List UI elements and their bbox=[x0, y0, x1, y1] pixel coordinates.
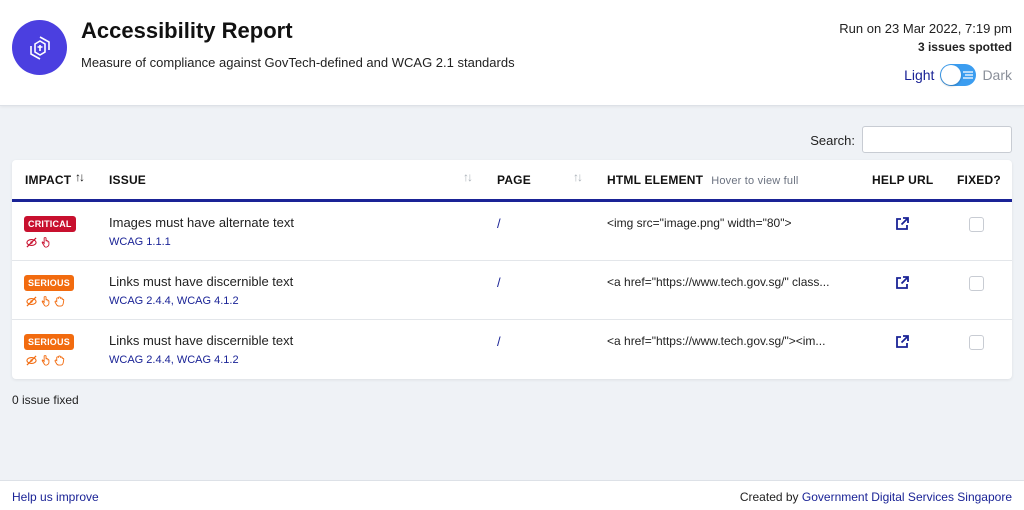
column-header-impact[interactable]: IMPACT bbox=[25, 173, 71, 187]
sort-page-icon[interactable]: ↑↓ bbox=[573, 170, 583, 184]
sort-issue-icon[interactable]: ↑↓ bbox=[463, 170, 473, 184]
fixed-checkbox[interactable] bbox=[969, 276, 984, 291]
wcag-link[interactable]: WCAG 1.1.1 bbox=[109, 236, 171, 248]
page-subtitle: Measure of compliance against GovTech-de… bbox=[81, 55, 515, 70]
fixed-issue-count: 0 issue fixed bbox=[12, 393, 79, 407]
theme-dark-label[interactable]: Dark bbox=[982, 67, 1012, 83]
eye-slash-icon bbox=[26, 355, 37, 366]
html-element-snippet[interactable]: <a href="https://www.tech.gov.sg/"><im..… bbox=[607, 334, 852, 348]
theme-toggle-group: Light Dark bbox=[904, 64, 1012, 86]
gds-link[interactable]: Government Digital Services Singapore bbox=[802, 490, 1012, 504]
impact-icons bbox=[26, 296, 65, 307]
html-element-snippet[interactable]: <img src="image.png" width="80"> bbox=[607, 216, 852, 230]
hand-pointer-icon bbox=[41, 237, 50, 248]
created-by-credit: Created by Government Digital Services S… bbox=[740, 490, 1012, 504]
eye-slash-icon bbox=[26, 296, 37, 307]
theme-light-label[interactable]: Light bbox=[904, 67, 934, 83]
switch-knob bbox=[941, 65, 962, 85]
theme-switch[interactable] bbox=[940, 64, 977, 86]
html-element-hint: Hover to view full bbox=[711, 175, 799, 187]
table-row: CRITICAL Images must have alternate text… bbox=[12, 202, 1012, 261]
page-link[interactable]: / bbox=[497, 216, 501, 231]
fixed-checkbox[interactable] bbox=[969, 335, 984, 350]
external-link-icon[interactable] bbox=[894, 334, 910, 350]
hand-open-icon bbox=[54, 296, 65, 307]
impact-icons bbox=[26, 355, 65, 366]
eye-slash-icon bbox=[26, 237, 37, 248]
fixed-checkbox[interactable] bbox=[969, 217, 984, 232]
wcag-link[interactable]: WCAG 2.4.4, WCAG 4.1.2 bbox=[109, 354, 239, 366]
table-row: SERIOUS Links must have discernible text… bbox=[12, 261, 1012, 320]
html-element-snippet[interactable]: <a href="https://www.tech.gov.sg/" class… bbox=[607, 275, 852, 289]
run-timestamp: Run on 23 Mar 2022, 7:19 pm bbox=[839, 21, 1012, 36]
help-us-improve-link[interactable]: Help us improve bbox=[12, 490, 99, 504]
impact-icons bbox=[26, 237, 50, 248]
report-header: Accessibility Report Measure of complian… bbox=[0, 0, 1024, 106]
page-link[interactable]: / bbox=[497, 334, 501, 349]
page-link[interactable]: / bbox=[497, 275, 501, 290]
impact-badge-critical: CRITICAL bbox=[24, 216, 76, 232]
hand-pointer-icon bbox=[41, 355, 50, 366]
accessibility-logo-icon bbox=[12, 20, 67, 75]
search-input[interactable] bbox=[862, 126, 1012, 153]
column-header-help-url: HELP URL bbox=[872, 173, 934, 187]
hand-pointer-icon bbox=[41, 296, 50, 307]
wcag-link[interactable]: WCAG 2.4.4, WCAG 4.1.2 bbox=[109, 295, 239, 307]
switch-lines-icon bbox=[963, 71, 974, 79]
created-by-prefix: Created by bbox=[739, 490, 799, 504]
page-title: Accessibility Report bbox=[81, 18, 293, 43]
table-row: SERIOUS Links must have discernible text… bbox=[12, 320, 1012, 379]
column-header-issue[interactable]: ISSUE bbox=[109, 173, 146, 187]
column-header-html-element: HTML ELEMENT Hover to view full bbox=[607, 173, 799, 187]
issue-description: Images must have alternate text bbox=[109, 215, 294, 230]
page-footer: Help us improve Created by Government Di… bbox=[0, 480, 1024, 510]
hand-open-icon bbox=[54, 355, 65, 366]
search-label: Search: bbox=[810, 133, 855, 148]
column-header-page[interactable]: PAGE bbox=[497, 173, 531, 187]
sort-impact-icon[interactable]: ↑↓ bbox=[75, 170, 85, 184]
issue-description: Links must have discernible text bbox=[109, 333, 294, 348]
issue-description: Links must have discernible text bbox=[109, 274, 294, 289]
impact-badge-serious: SERIOUS bbox=[24, 275, 74, 291]
external-link-icon[interactable] bbox=[894, 275, 910, 291]
column-header-fixed: FIXED? bbox=[957, 173, 1001, 187]
table-header: IMPACT ↑↓ ISSUE ↑↓ PAGE ↑↓ HTML ELEMENT H… bbox=[12, 160, 1012, 202]
issues-spotted-count: 3 issues spotted bbox=[917, 40, 1012, 54]
external-link-icon[interactable] bbox=[894, 216, 910, 232]
html-element-label: HTML ELEMENT bbox=[607, 173, 704, 187]
impact-badge-serious: SERIOUS bbox=[24, 334, 74, 350]
issues-table: IMPACT ↑↓ ISSUE ↑↓ PAGE ↑↓ HTML ELEMENT H… bbox=[12, 160, 1012, 379]
